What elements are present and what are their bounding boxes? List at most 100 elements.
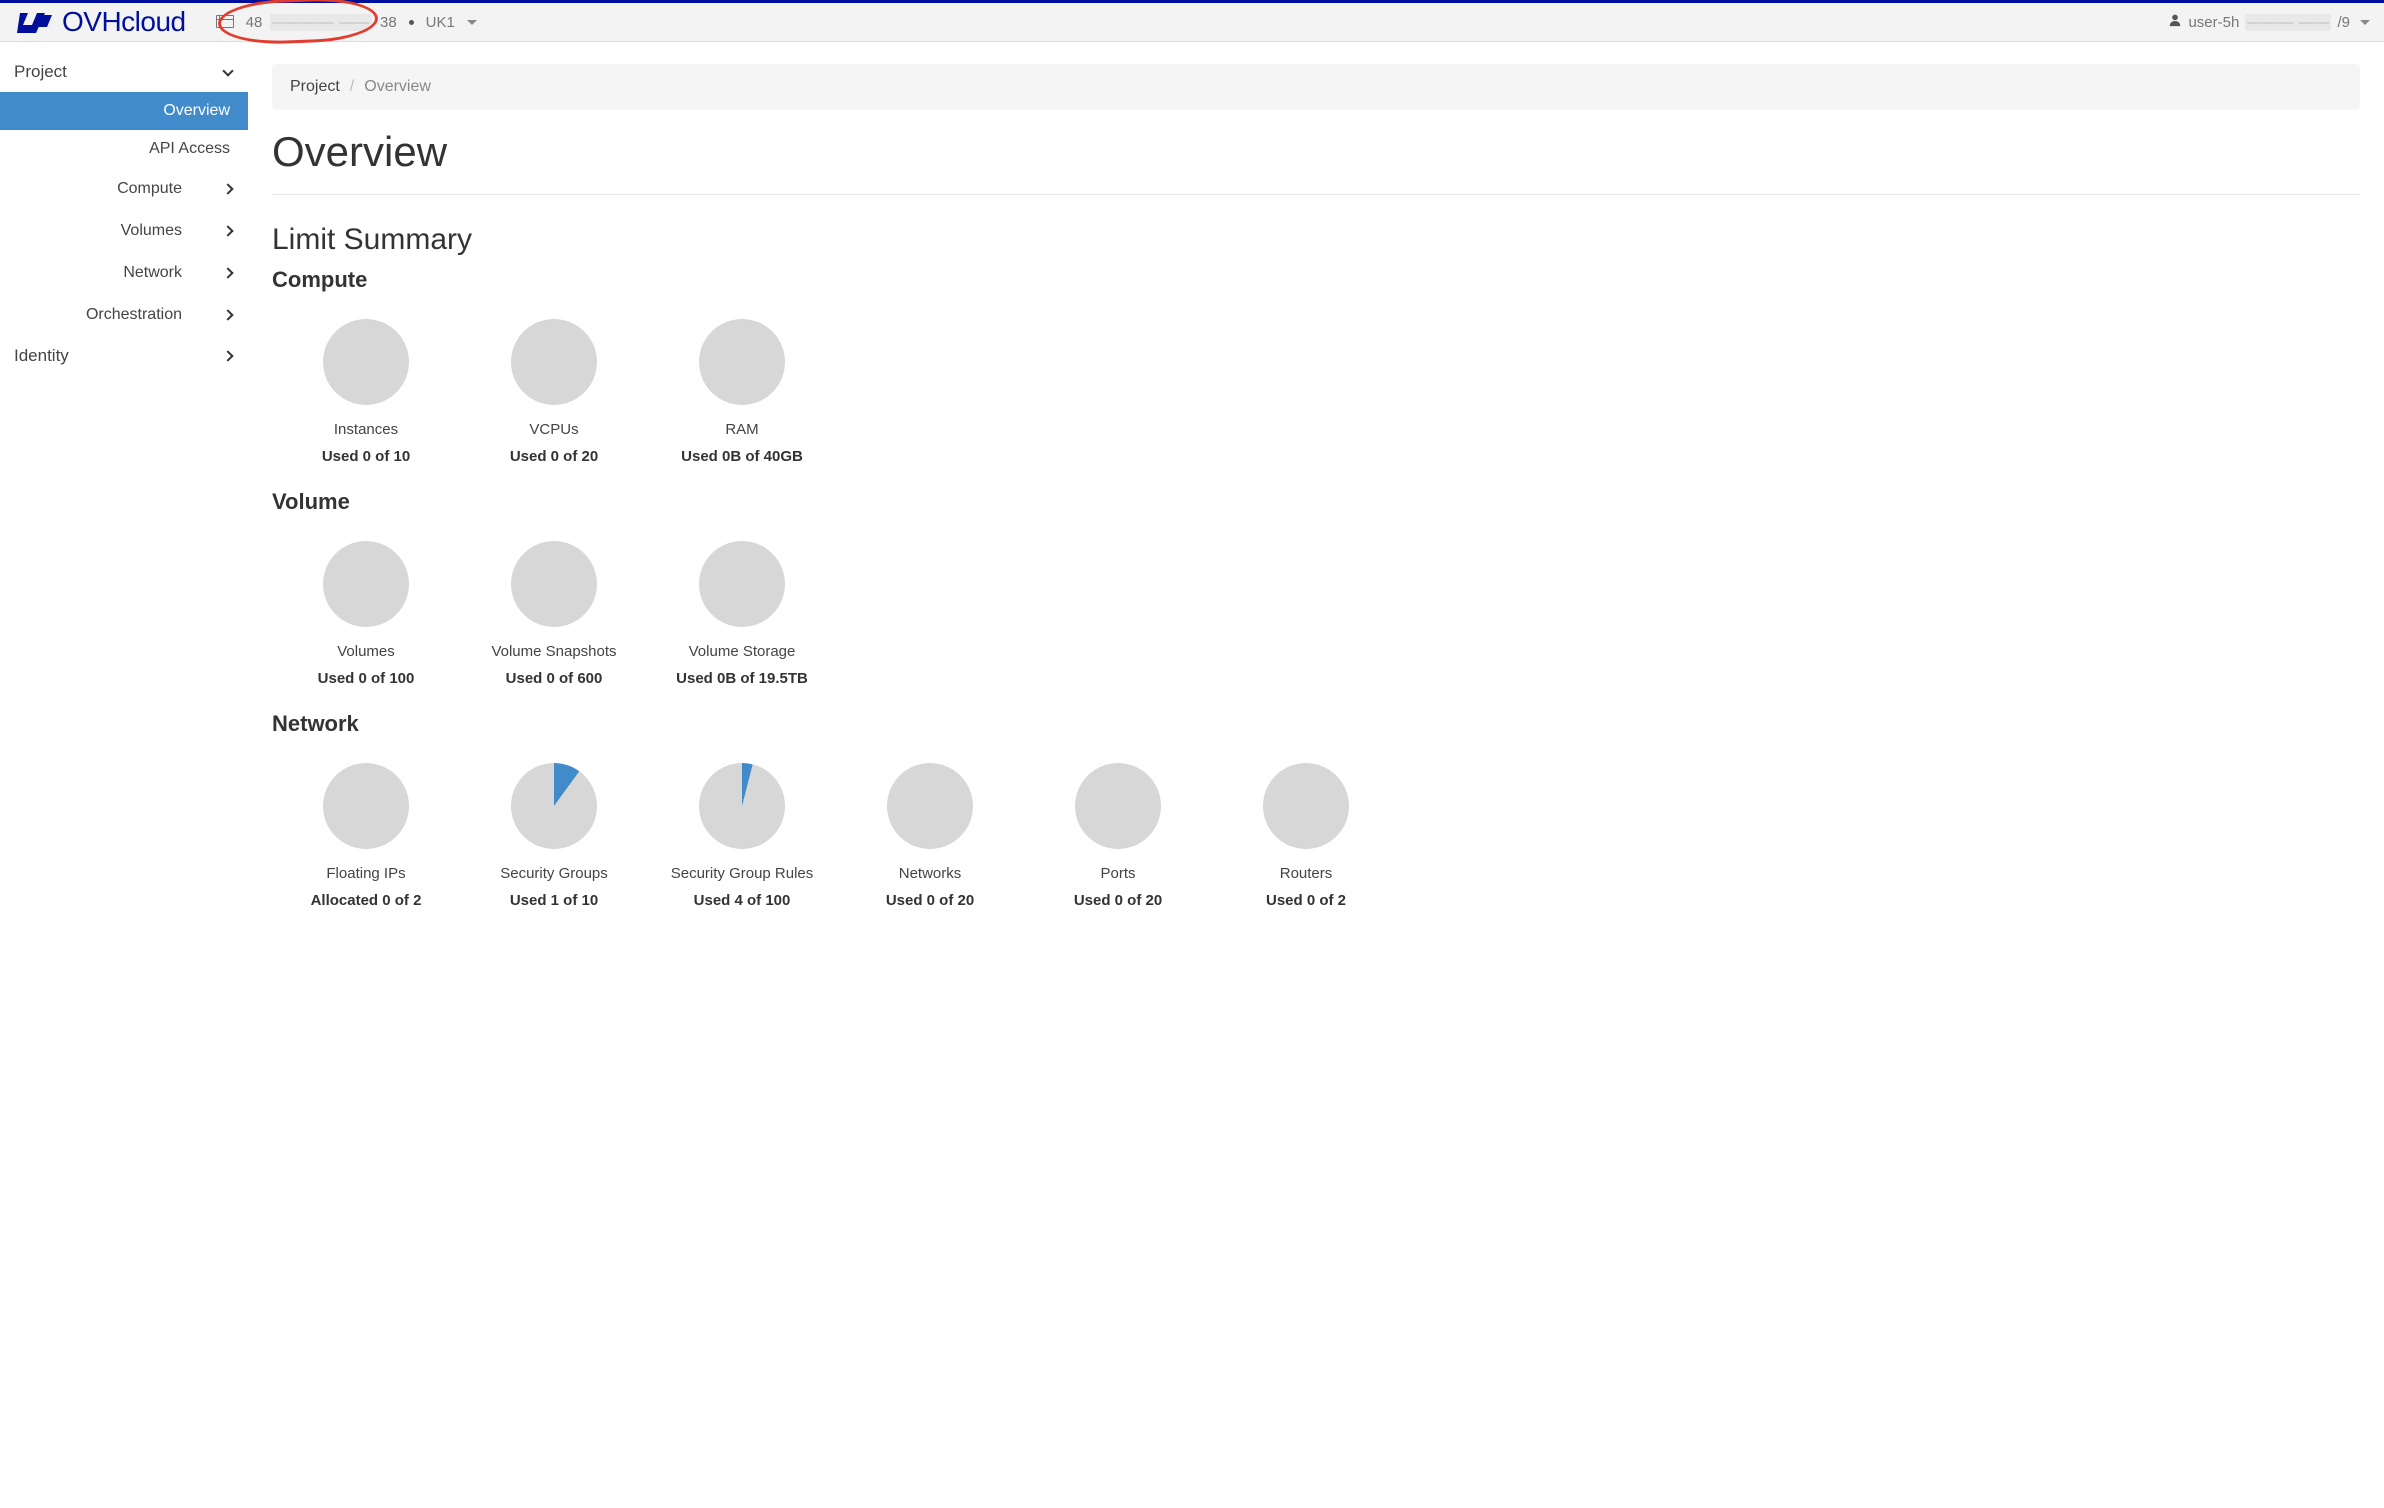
chevron-right-icon <box>222 183 233 194</box>
sidebar-section-project[interactable]: Project <box>0 52 248 92</box>
quota-tile: Networks Used 0 of 20 <box>836 751 1024 923</box>
quota-usage: Allocated 0 of 2 <box>276 892 456 909</box>
user-redacted: ——— —— <box>2245 14 2331 31</box>
quota-usage: Used 0 of 20 <box>840 892 1020 909</box>
breadcrumb: Project / Overview <box>272 64 2360 110</box>
quota-tile: Instances Used 0 of 10 <box>272 307 460 479</box>
topbar: OVHcloud 48 ———— —— 38 UK1 user-5h ——— —… <box>0 0 2384 42</box>
quota-usage: Used 1 of 10 <box>464 892 644 909</box>
user-prefix: user-5h <box>2188 14 2239 31</box>
quota-pie-icon <box>887 763 973 849</box>
quota-usage: Used 0 of 10 <box>276 448 456 465</box>
separator-dot-icon <box>409 20 414 25</box>
page-title: Overview <box>272 128 2360 176</box>
caret-down-icon <box>467 20 477 25</box>
quota-tile: RAM Used 0B of 40GB <box>648 307 836 479</box>
quota-usage: Used 0 of 20 <box>1028 892 1208 909</box>
quota-pie-icon <box>323 541 409 627</box>
sidebar-item-label: API Access <box>149 140 230 157</box>
sidebar-item-overview[interactable]: Overview <box>0 92 248 130</box>
chevron-right-icon <box>222 267 233 278</box>
sidebar-section-identity[interactable]: Identity <box>0 336 248 376</box>
project-id-suffix: 38 <box>380 14 397 31</box>
limit-summary-heading: Limit Summary <box>272 223 2360 257</box>
sidebar-item-api-access[interactable]: API Access <box>0 130 248 168</box>
quota-usage: Used 0 of 600 <box>464 670 644 687</box>
quota-usage: Used 0 of 2 <box>1216 892 1396 909</box>
tile-row-compute: InstancesUsed 0 of 10VCPUsUsed 0 of 20RA… <box>272 307 2360 479</box>
quota-tile: Security Groups Used 1 of 10 <box>460 751 648 923</box>
main-content: Project / Overview Overview Limit Summar… <box>248 42 2384 969</box>
quota-pie-icon <box>323 763 409 849</box>
project-id-prefix: 48 <box>246 14 263 31</box>
quota-tile: Ports Used 0 of 20 <box>1024 751 1212 923</box>
project-id-redacted: ———— —— <box>270 14 372 31</box>
breadcrumb-root[interactable]: Project <box>290 78 340 96</box>
quota-label: VCPUs <box>464 421 644 438</box>
sidebar-group-compute[interactable]: Compute <box>0 168 248 210</box>
domain-icon <box>216 14 238 31</box>
sidebar: Project Overview API Access Compute Volu… <box>0 42 248 969</box>
quota-label: RAM <box>652 421 832 438</box>
quota-pie-icon <box>699 763 785 849</box>
quota-usage: Used 0B of 19.5TB <box>652 670 832 687</box>
sidebar-group-label: Volumes <box>121 222 182 240</box>
tile-row-network: Floating IPsAllocated 0 of 2Security Gro… <box>272 751 2360 923</box>
brand[interactable]: OVHcloud <box>14 6 186 38</box>
breadcrumb-separator: / <box>350 78 354 96</box>
project-region-selector[interactable]: 48 ———— —— 38 UK1 <box>216 14 477 31</box>
user-menu[interactable]: user-5h ——— —— /9 <box>2168 13 2370 31</box>
quota-pie-icon <box>1263 763 1349 849</box>
brand-text: OVHcloud <box>62 6 186 38</box>
quota-pie-icon <box>699 541 785 627</box>
quota-pie-icon <box>511 319 597 405</box>
quota-tile: Volume Storage Used 0B of 19.5TB <box>648 529 836 701</box>
quota-label: Security Group Rules <box>652 865 832 882</box>
quota-tile: VCPUs Used 0 of 20 <box>460 307 648 479</box>
sidebar-group-label: Orchestration <box>86 306 182 324</box>
chevron-right-icon <box>222 309 233 320</box>
caret-down-icon <box>2360 20 2370 25</box>
quota-pie-icon <box>511 763 597 849</box>
subsection-volume: Volume <box>272 489 2360 515</box>
quota-label: Instances <box>276 421 456 438</box>
sidebar-group-label: Network <box>123 264 182 282</box>
quota-pie-icon <box>323 319 409 405</box>
quota-label: Ports <box>1028 865 1208 882</box>
sidebar-section-label: Identity <box>14 346 69 366</box>
quota-label: Security Groups <box>464 865 644 882</box>
quota-usage: Used 0 of 100 <box>276 670 456 687</box>
quota-usage: Used 4 of 100 <box>652 892 832 909</box>
region-label: UK1 <box>426 14 455 31</box>
quota-pie-icon <box>1075 763 1161 849</box>
quota-label: Volumes <box>276 643 456 660</box>
quota-pie-icon <box>511 541 597 627</box>
quota-label: Volume Snapshots <box>464 643 644 660</box>
brand-logo-icon <box>14 9 54 35</box>
breadcrumb-current: Overview <box>364 78 431 96</box>
quota-pie-icon <box>699 319 785 405</box>
quota-usage: Used 0B of 40GB <box>652 448 832 465</box>
sidebar-group-volumes[interactable]: Volumes <box>0 210 248 252</box>
user-icon <box>2168 13 2182 31</box>
sidebar-item-label: Overview <box>163 102 230 119</box>
chevron-down-icon <box>222 65 233 76</box>
subsection-network: Network <box>272 711 2360 737</box>
quota-tile: Floating IPs Allocated 0 of 2 <box>272 751 460 923</box>
sidebar-section-label: Project <box>14 62 67 82</box>
chevron-right-icon <box>222 225 233 236</box>
quota-label: Floating IPs <box>276 865 456 882</box>
quota-label: Routers <box>1216 865 1396 882</box>
quota-label: Volume Storage <box>652 643 832 660</box>
chevron-right-icon <box>222 350 233 361</box>
quota-label: Networks <box>840 865 1020 882</box>
quota-usage: Used 0 of 20 <box>464 448 644 465</box>
sidebar-group-orchestration[interactable]: Orchestration <box>0 294 248 336</box>
quota-tile: Routers Used 0 of 2 <box>1212 751 1400 923</box>
quota-tile: Volume Snapshots Used 0 of 600 <box>460 529 648 701</box>
sidebar-group-label: Compute <box>117 180 182 198</box>
tile-row-volume: Volumes Used 0 of 100 Volume Snapshots Used… <box>272 529 2360 701</box>
sidebar-group-network[interactable]: Network <box>0 252 248 294</box>
quota-tile: Security Group Rules Used 4 of 100 <box>648 751 836 923</box>
subsection-compute: Compute <box>272 267 2360 293</box>
